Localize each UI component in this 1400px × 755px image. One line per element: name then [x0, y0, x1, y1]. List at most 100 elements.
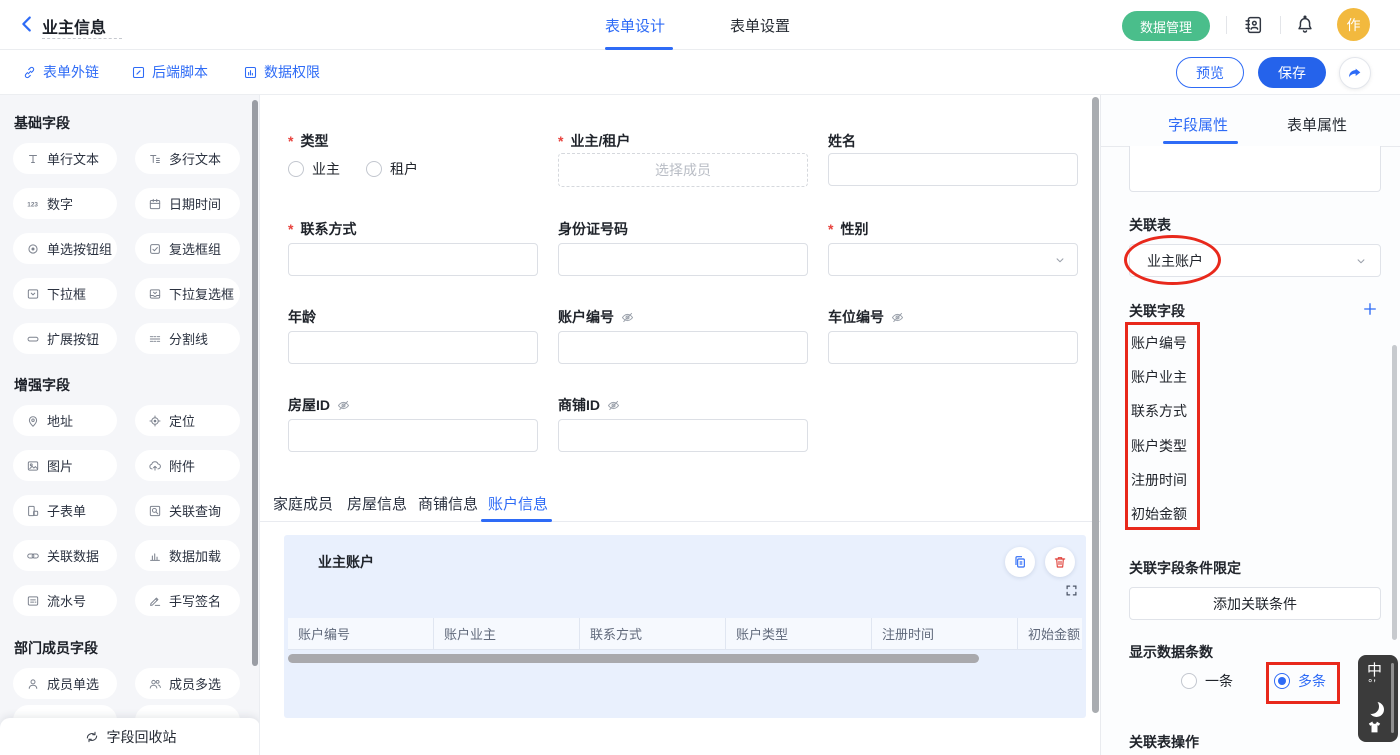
address-book-icon[interactable]: [1242, 14, 1264, 36]
duplicate-button[interactable]: [1005, 547, 1035, 577]
parking-no-input[interactable]: [828, 331, 1078, 364]
field-member-multi[interactable]: 成员多选: [135, 668, 240, 699]
owner-account-subtable[interactable]: 业主账户 账户编号 账户业主 联系方式 账户类型 注册时间 初始金额: [284, 535, 1086, 718]
field-signature[interactable]: 手写签名: [135, 585, 240, 616]
field-datetime[interactable]: 日期时间: [135, 188, 240, 219]
contact-input[interactable]: [288, 243, 538, 276]
eye-off-icon[interactable]: [620, 310, 635, 325]
external-link-button[interactable]: 表单外链: [22, 62, 99, 82]
field-label: 附件: [169, 456, 195, 475]
radio-label: 租户: [390, 159, 418, 179]
shirt-skin-icon[interactable]: [1366, 719, 1383, 735]
back-icon[interactable]: [16, 13, 38, 35]
tab-form-settings[interactable]: 表单设置: [730, 15, 790, 36]
related-field-item[interactable]: 注册时间: [1131, 470, 1187, 490]
tab-account-info[interactable]: 账户信息: [488, 493, 548, 514]
field-address[interactable]: 地址: [13, 405, 117, 436]
eye-off-icon[interactable]: [336, 398, 351, 413]
field-data-load[interactable]: 数据加载: [135, 540, 240, 571]
backend-script-button[interactable]: 后端脚本: [131, 62, 208, 82]
field-related-data[interactable]: 关联数据: [13, 540, 117, 571]
data-manage-button[interactable]: 数据管理: [1122, 11, 1210, 41]
ime-language-indicator[interactable]: 中: [1367, 659, 1382, 680]
radio-dot: [366, 161, 382, 177]
related-field-item[interactable]: 账户编号: [1131, 333, 1187, 353]
radio-single-record[interactable]: 一条: [1181, 671, 1233, 691]
related-table-select[interactable]: 业主账户: [1129, 244, 1381, 277]
expand-icon[interactable]: [1064, 583, 1079, 598]
field-location[interactable]: 定位: [135, 405, 240, 436]
field-multi-dropdown[interactable]: 下拉复选框: [135, 278, 240, 309]
field-number[interactable]: 数字: [13, 188, 117, 219]
field-recycle-bin-button[interactable]: 字段回收站: [0, 718, 260, 755]
radio-owner[interactable]: 业主: [288, 159, 340, 179]
data-permission-icon: [243, 65, 258, 80]
related-field-item[interactable]: 账户业主: [1131, 367, 1187, 387]
eye-off-icon[interactable]: [606, 398, 621, 413]
add-field-icon[interactable]: [1361, 300, 1379, 318]
tab-form-design[interactable]: 表单设计: [605, 15, 665, 36]
single-line-text-icon: [26, 152, 40, 166]
field-attachment[interactable]: 附件: [135, 450, 240, 481]
field-dropdown[interactable]: 下拉框: [13, 278, 117, 309]
share-button[interactable]: [1339, 57, 1371, 89]
data-permission-button[interactable]: 数据权限: [243, 62, 320, 82]
radio-tenant[interactable]: 租户: [366, 159, 418, 179]
member-picker[interactable]: 选择成员: [558, 153, 808, 187]
field-related-query[interactable]: 关联查询: [135, 495, 240, 526]
display-count-label: 显示数据条数: [1129, 642, 1213, 662]
avatar[interactable]: 作: [1337, 8, 1370, 41]
age-input[interactable]: [288, 331, 538, 364]
add-condition-button[interactable]: 添加关联条件: [1129, 587, 1381, 620]
truncated-input-box[interactable]: [1129, 146, 1381, 192]
radio-multiple-records[interactable]: 多条: [1274, 671, 1326, 691]
delete-button[interactable]: [1045, 547, 1075, 577]
field-divider[interactable]: 分割线: [135, 323, 240, 354]
account-no-input[interactable]: [558, 331, 808, 364]
field-label: 复选框组: [169, 239, 221, 258]
annotation-box-fields: [1125, 322, 1200, 530]
tab-field-properties[interactable]: 字段属性: [1168, 114, 1228, 135]
tab-house-info[interactable]: 房屋信息: [347, 493, 407, 514]
radio-label: 多条: [1298, 671, 1326, 691]
moon-icon[interactable]: [1364, 699, 1379, 714]
serial-icon: [26, 594, 40, 608]
field-label: 成员单选: [47, 674, 99, 693]
field-serial-number[interactable]: 流水号: [13, 585, 117, 616]
field-subform[interactable]: 子表单: [13, 495, 117, 526]
canvas-scrollbar[interactable]: [1092, 97, 1099, 713]
subtable-horizontal-scrollbar[interactable]: [288, 654, 979, 663]
id-card-input[interactable]: [558, 243, 808, 276]
name-input[interactable]: [828, 153, 1078, 186]
eye-off-icon[interactable]: [890, 310, 905, 325]
related-field-item[interactable]: 联系方式: [1131, 401, 1187, 421]
link-icon: [22, 65, 37, 80]
save-button[interactable]: 保存: [1258, 57, 1326, 88]
field-label: 分割线: [169, 329, 208, 348]
bell-icon[interactable]: [1294, 14, 1316, 36]
house-id-input[interactable]: [288, 419, 538, 452]
field-checkbox-group[interactable]: 复选框组: [135, 233, 240, 264]
tab-family-members[interactable]: 家庭成员: [273, 493, 333, 514]
preview-button[interactable]: 预览: [1176, 57, 1244, 88]
punctuation-icon[interactable]: °’: [1368, 678, 1377, 690]
input-method-widget[interactable]: 中 °’: [1358, 655, 1398, 742]
field-label: 定位: [169, 411, 195, 430]
checkbox-icon: [148, 242, 162, 256]
field-member-single[interactable]: 成员单选: [13, 668, 117, 699]
radio-label: 业主: [312, 159, 340, 179]
field-extend-button[interactable]: 扩展按钮: [13, 323, 117, 354]
panel-scrollbar[interactable]: [1392, 345, 1397, 640]
field-multi-line-text[interactable]: 多行文本: [135, 143, 240, 174]
tab-form-properties[interactable]: 表单属性: [1287, 114, 1347, 135]
sidebar-scrollbar[interactable]: [252, 100, 258, 666]
tab-shop-info[interactable]: 商铺信息: [418, 493, 478, 514]
field-radio-group[interactable]: 单选按钮组: [13, 233, 117, 264]
number-icon: [26, 197, 40, 211]
gender-select[interactable]: [828, 243, 1078, 276]
related-field-item[interactable]: 初始金额: [1131, 504, 1187, 524]
related-field-item[interactable]: 账户类型: [1131, 436, 1187, 456]
field-single-line-text[interactable]: 单行文本: [13, 143, 117, 174]
shop-id-input[interactable]: [558, 419, 808, 452]
field-image[interactable]: 图片: [13, 450, 117, 481]
